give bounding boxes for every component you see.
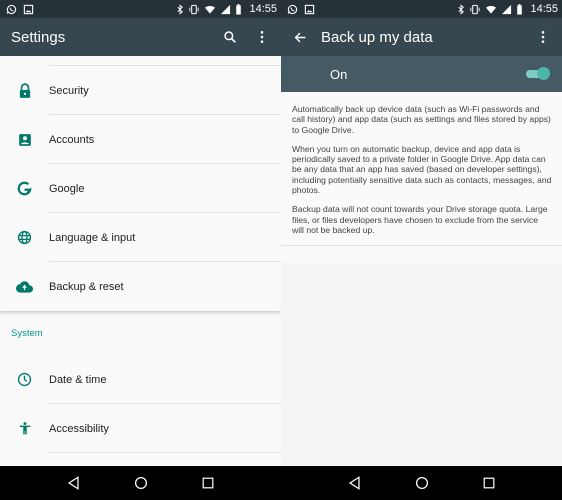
signal-icon [501, 4, 512, 15]
nav-home-icon[interactable] [413, 474, 431, 492]
backup-data-screen: 14:55 Back up my data On Automatically b… [281, 0, 562, 466]
settings-item-accounts[interactable]: Accounts [0, 115, 281, 164]
backup-toggle-bar[interactable]: On [281, 56, 562, 92]
nav-back-icon[interactable] [346, 474, 364, 492]
accessibility-icon [0, 421, 49, 436]
settings-item-label: Language & input [49, 231, 136, 244]
description-paragraph: Automatically back up device data (such … [292, 104, 551, 135]
settings-screen: 14:55 Settings Security Accounts Google … [0, 0, 281, 466]
vibrate-icon [469, 4, 481, 15]
backup-switch[interactable] [526, 67, 550, 80]
search-icon[interactable] [221, 28, 239, 46]
section-header-system: System [11, 327, 43, 339]
back-arrow-icon[interactable] [291, 28, 309, 46]
settings-group-personal: Security Accounts Google Language & inpu… [0, 56, 281, 311]
image-notification-icon [23, 4, 34, 15]
settings-item-backup-reset[interactable]: Backup & reset [0, 262, 281, 311]
backup-description: Automatically back up device data (such … [281, 92, 562, 247]
app-bar: Settings [0, 18, 281, 56]
whatsapp-notification-icon [287, 4, 298, 15]
battery-icon [516, 3, 523, 15]
nav-recents-icon[interactable] [480, 474, 498, 492]
clock-time: 14:55 [530, 3, 558, 15]
bluetooth-icon [457, 3, 465, 15]
description-paragraph: Backup data will not count towards your … [292, 204, 548, 235]
clock-icon [0, 372, 49, 387]
wifi-icon [204, 4, 216, 15]
settings-item-label: Accounts [49, 133, 95, 146]
signal-icon [220, 4, 231, 15]
google-icon [0, 181, 49, 196]
settings-item-language-input[interactable]: Language & input [0, 213, 281, 262]
nav-back-icon[interactable] [65, 474, 83, 492]
overflow-menu-icon[interactable] [253, 28, 271, 46]
settings-item-label: Backup & reset [49, 280, 124, 293]
vibrate-icon [188, 4, 200, 15]
lock-icon [0, 82, 49, 99]
status-bar: 14:55 [281, 0, 562, 18]
toggle-label: On [330, 66, 348, 82]
settings-item-label: Security [49, 84, 89, 97]
settings-item-label: Google [49, 182, 85, 195]
settings-item-date-time[interactable]: Date & time [0, 355, 281, 404]
app-bar: Back up my data [281, 18, 562, 56]
image-notification-icon [304, 4, 315, 15]
nav-recents-icon[interactable] [199, 474, 217, 492]
clock-time: 14:55 [249, 3, 277, 15]
settings-list: Security Accounts Google Language & inpu… [0, 56, 281, 466]
cloud-upload-icon [0, 280, 49, 293]
wifi-icon [485, 4, 497, 15]
settings-item-label: Accessibility [49, 422, 109, 435]
settings-item-label: Date & time [49, 373, 107, 386]
globe-icon [0, 230, 49, 245]
page-title: Back up my data [321, 28, 433, 46]
whatsapp-notification-icon [6, 4, 17, 15]
account-box-icon [0, 133, 49, 147]
settings-item-google[interactable]: Google [0, 164, 281, 213]
page-title: Settings [11, 28, 66, 46]
bluetooth-icon [176, 3, 184, 15]
battery-icon [235, 3, 242, 15]
settings-item-accessibility[interactable]: Accessibility [0, 404, 281, 453]
status-bar: 14:55 [0, 0, 281, 18]
navigation-bar [0, 466, 281, 500]
settings-item-security[interactable]: Security [0, 66, 281, 115]
description-paragraph: When you turn on automatic backup, devic… [292, 143, 552, 196]
overflow-menu-icon[interactable] [534, 28, 552, 46]
nav-home-icon[interactable] [132, 474, 150, 492]
navigation-bar [281, 466, 562, 500]
